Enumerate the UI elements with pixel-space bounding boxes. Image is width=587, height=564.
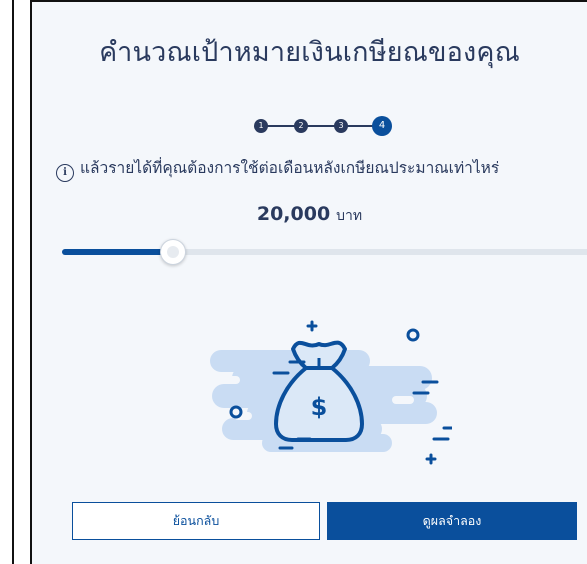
amount-display: 20,000 บาท [32,203,587,227]
question-text: แล้วรายได้ที่คุณต้องการใช้ต่อเดือนหลังเก… [80,159,500,177]
dollar-icon: $ [311,393,328,421]
money-bag-illustration: $ [210,320,452,465]
amount-value: 20,000 [256,203,331,225]
slider-thumb[interactable] [160,239,186,265]
page-title: คำนวณเป้าหมายเงินเกษียณของคุณ [99,37,520,68]
step-indicator: 1 2 3 4 [254,116,394,136]
amount-unit: บาท [336,208,363,224]
income-question: i แล้วรายได้ที่คุณต้องการใช้ต่อเดือนหลังเ… [56,155,499,182]
back-button[interactable]: ย้อนกลับ [72,502,320,540]
slider-fill [62,249,173,255]
step-3: 3 [334,119,348,133]
stepper-line [262,125,382,127]
info-icon[interactable]: i [56,164,74,182]
step-4-active: 4 [372,116,392,136]
retirement-calculator-panel: คำนวณเป้าหมายเงินเกษียณของคุณ 1 2 3 4 iแ… [30,0,587,564]
income-slider[interactable] [62,239,587,265]
step-2: 2 [294,119,308,133]
step-1: 1 [254,119,268,133]
left-panel-edge [0,0,14,564]
view-result-button[interactable]: ดูผลจำลอง [327,502,577,540]
